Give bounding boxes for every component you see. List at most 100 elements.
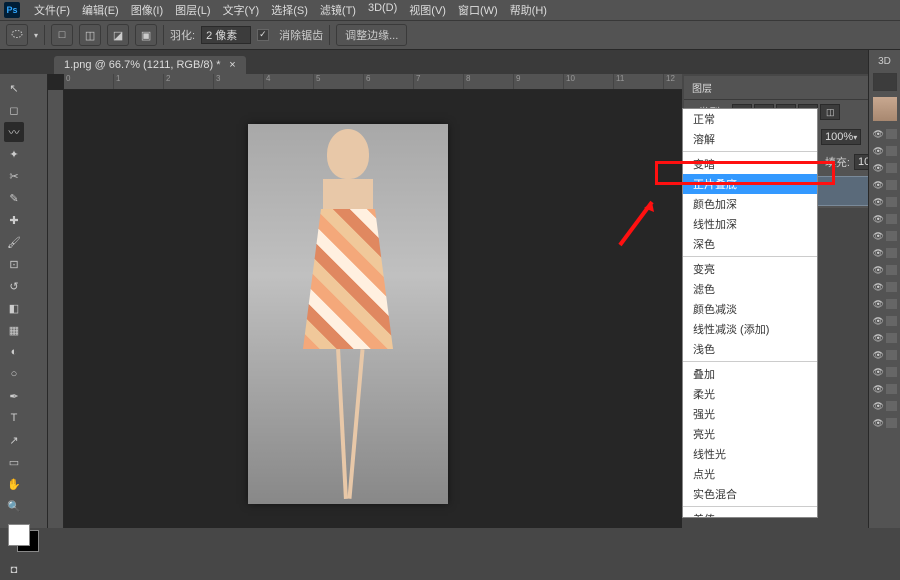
move-tool-icon[interactable]: ↖ bbox=[4, 78, 24, 98]
mini-layer-row[interactable] bbox=[873, 229, 897, 243]
blend-option[interactable]: 颜色加深 bbox=[683, 194, 817, 214]
crop-tool-icon[interactable]: ✂ bbox=[4, 166, 24, 186]
blend-option[interactable]: 变暗 bbox=[683, 154, 817, 174]
sel-sub-icon[interactable]: ◪ bbox=[107, 24, 129, 46]
blend-option[interactable]: 叠加 bbox=[683, 364, 817, 384]
blend-option[interactable]: 浅色 bbox=[683, 339, 817, 359]
ruler-tick: 9 bbox=[514, 74, 564, 89]
mini-layer-row[interactable] bbox=[873, 178, 897, 192]
dodge-tool-icon[interactable]: ○ bbox=[4, 364, 24, 384]
blend-option[interactable]: 线性减淡 (添加) bbox=[683, 319, 817, 339]
blend-option[interactable]: 颜色减淡 bbox=[683, 299, 817, 319]
brush-tool-icon[interactable]: 🖌 bbox=[4, 232, 24, 252]
mini-layer-row[interactable] bbox=[873, 416, 897, 430]
history-brush-icon[interactable]: ↺ bbox=[4, 276, 24, 296]
blend-option[interactable]: 变亮 bbox=[683, 259, 817, 279]
menu-窗口W[interactable]: 窗口(W) bbox=[452, 2, 504, 18]
fill-label: 填充: bbox=[825, 154, 850, 170]
mini-layer-row[interactable] bbox=[873, 195, 897, 209]
sel-int-icon[interactable]: ▣ bbox=[135, 24, 157, 46]
color-swatch[interactable] bbox=[8, 524, 39, 552]
eraser-tool-icon[interactable]: ◧ bbox=[4, 298, 24, 318]
3d-tab[interactable]: 3D bbox=[878, 56, 891, 67]
type-tool-icon[interactable]: T bbox=[4, 408, 24, 428]
mini-layer-row[interactable] bbox=[873, 246, 897, 260]
panel-icon[interactable] bbox=[873, 73, 897, 91]
ruler-tick: 4 bbox=[264, 74, 314, 89]
marquee-tool-icon[interactable]: ◻ bbox=[4, 100, 24, 120]
menu-帮助H[interactable]: 帮助(H) bbox=[504, 2, 553, 18]
mini-layer-row[interactable] bbox=[873, 280, 897, 294]
mini-layer-row[interactable] bbox=[873, 348, 897, 362]
zoom-tool-icon[interactable]: 🔍 bbox=[4, 496, 24, 516]
document-tab[interactable]: 1.png @ 66.7% (1211, RGB/8) * × bbox=[54, 56, 246, 74]
blend-option[interactable]: 线性加深 bbox=[683, 214, 817, 234]
blend-option[interactable]: 点光 bbox=[683, 464, 817, 484]
ruler-tick: 3 bbox=[214, 74, 264, 89]
mini-layer-row[interactable] bbox=[873, 331, 897, 345]
shape-tool-icon[interactable]: ▭ bbox=[4, 452, 24, 472]
hand-tool-icon[interactable]: ✋ bbox=[4, 474, 24, 494]
blend-option[interactable]: 强光 bbox=[683, 404, 817, 424]
menu-选择S[interactable]: 选择(S) bbox=[265, 2, 314, 18]
menu-文字Y[interactable]: 文字(Y) bbox=[217, 2, 266, 18]
ruler-tick: 12 bbox=[664, 74, 682, 89]
blend-option[interactable]: 实色混合 bbox=[683, 484, 817, 504]
lasso-icon[interactable] bbox=[6, 24, 28, 46]
nav-thumb[interactable] bbox=[873, 97, 897, 121]
path-tool-icon[interactable]: ↗ bbox=[4, 430, 24, 450]
wand-tool-icon[interactable]: ✦ bbox=[4, 144, 24, 164]
antialias-checkbox[interactable] bbox=[257, 29, 269, 41]
mini-layer-row[interactable] bbox=[873, 161, 897, 175]
mini-layer-row[interactable] bbox=[873, 144, 897, 158]
feather-input[interactable] bbox=[201, 26, 251, 44]
quickmask-icon[interactable]: ◘ bbox=[4, 560, 24, 580]
blend-option[interactable]: 正片叠底 bbox=[683, 174, 817, 194]
blend-option[interactable]: 差值 bbox=[683, 509, 817, 518]
gradient-tool-icon[interactable]: ▦ bbox=[4, 320, 24, 340]
menu-视图V[interactable]: 视图(V) bbox=[403, 2, 452, 18]
filter-smart-icon[interactable]: ◫ bbox=[820, 104, 840, 120]
blur-tool-icon[interactable]: ◐ bbox=[4, 342, 24, 362]
sel-add-icon[interactable]: ◫ bbox=[79, 24, 101, 46]
layers-tab[interactable]: 图层 bbox=[684, 76, 898, 100]
menu-container: 文件(F)编辑(E)图像(I)图层(L)文字(Y)选择(S)滤镜(T)3D(D)… bbox=[28, 2, 553, 18]
mini-layer-row[interactable] bbox=[873, 314, 897, 328]
opacity-input[interactable]: 100% bbox=[821, 129, 861, 145]
mini-layer-row[interactable] bbox=[873, 399, 897, 413]
eyedropper-tool-icon[interactable]: ✎ bbox=[4, 188, 24, 208]
mini-layer-row[interactable] bbox=[873, 127, 897, 141]
stamp-tool-icon[interactable]: ⊡ bbox=[4, 254, 24, 274]
blend-option[interactable]: 柔光 bbox=[683, 384, 817, 404]
refine-edge-button[interactable]: 调整边缘... bbox=[336, 24, 407, 46]
sel-new-icon[interactable]: □ bbox=[51, 24, 73, 46]
mini-layer-row[interactable] bbox=[873, 382, 897, 396]
menu-滤镜T[interactable]: 滤镜(T) bbox=[314, 2, 362, 18]
mini-layer-row[interactable] bbox=[873, 297, 897, 311]
menu-bar: Ps 文件(F)编辑(E)图像(I)图层(L)文字(Y)选择(S)滤镜(T)3D… bbox=[0, 0, 900, 20]
options-bar: □ ◫ ◪ ▣ 羽化: 消除锯齿 调整边缘... bbox=[0, 20, 900, 50]
ruler-vertical bbox=[48, 90, 64, 528]
blend-option[interactable]: 滤色 bbox=[683, 279, 817, 299]
blend-option[interactable]: 深色 bbox=[683, 234, 817, 254]
mini-layer-row[interactable] bbox=[873, 212, 897, 226]
menu-3DD[interactable]: 3D(D) bbox=[362, 2, 403, 18]
blend-option[interactable]: 亮光 bbox=[683, 424, 817, 444]
pen-tool-icon[interactable]: ✒ bbox=[4, 386, 24, 406]
mini-layer-row[interactable] bbox=[873, 365, 897, 379]
antialias-label: 消除锯齿 bbox=[279, 27, 323, 43]
tool-preset-arrow[interactable] bbox=[34, 29, 38, 41]
menu-编辑E[interactable]: 编辑(E) bbox=[76, 2, 125, 18]
mini-layer-row[interactable] bbox=[873, 263, 897, 277]
menu-图层L[interactable]: 图层(L) bbox=[169, 2, 216, 18]
blend-option[interactable]: 线性光 bbox=[683, 444, 817, 464]
menu-文件F[interactable]: 文件(F) bbox=[28, 2, 76, 18]
blend-option[interactable]: 溶解 bbox=[683, 129, 817, 149]
dropdown-separator bbox=[683, 256, 817, 257]
close-icon[interactable]: × bbox=[229, 59, 235, 71]
menu-图像I[interactable]: 图像(I) bbox=[125, 2, 169, 18]
heal-tool-icon[interactable]: ✚ bbox=[4, 210, 24, 230]
blend-option[interactable]: 正常 bbox=[683, 109, 817, 129]
canvas[interactable] bbox=[248, 124, 448, 504]
lasso-tool-icon[interactable]: 〰 bbox=[4, 122, 24, 142]
